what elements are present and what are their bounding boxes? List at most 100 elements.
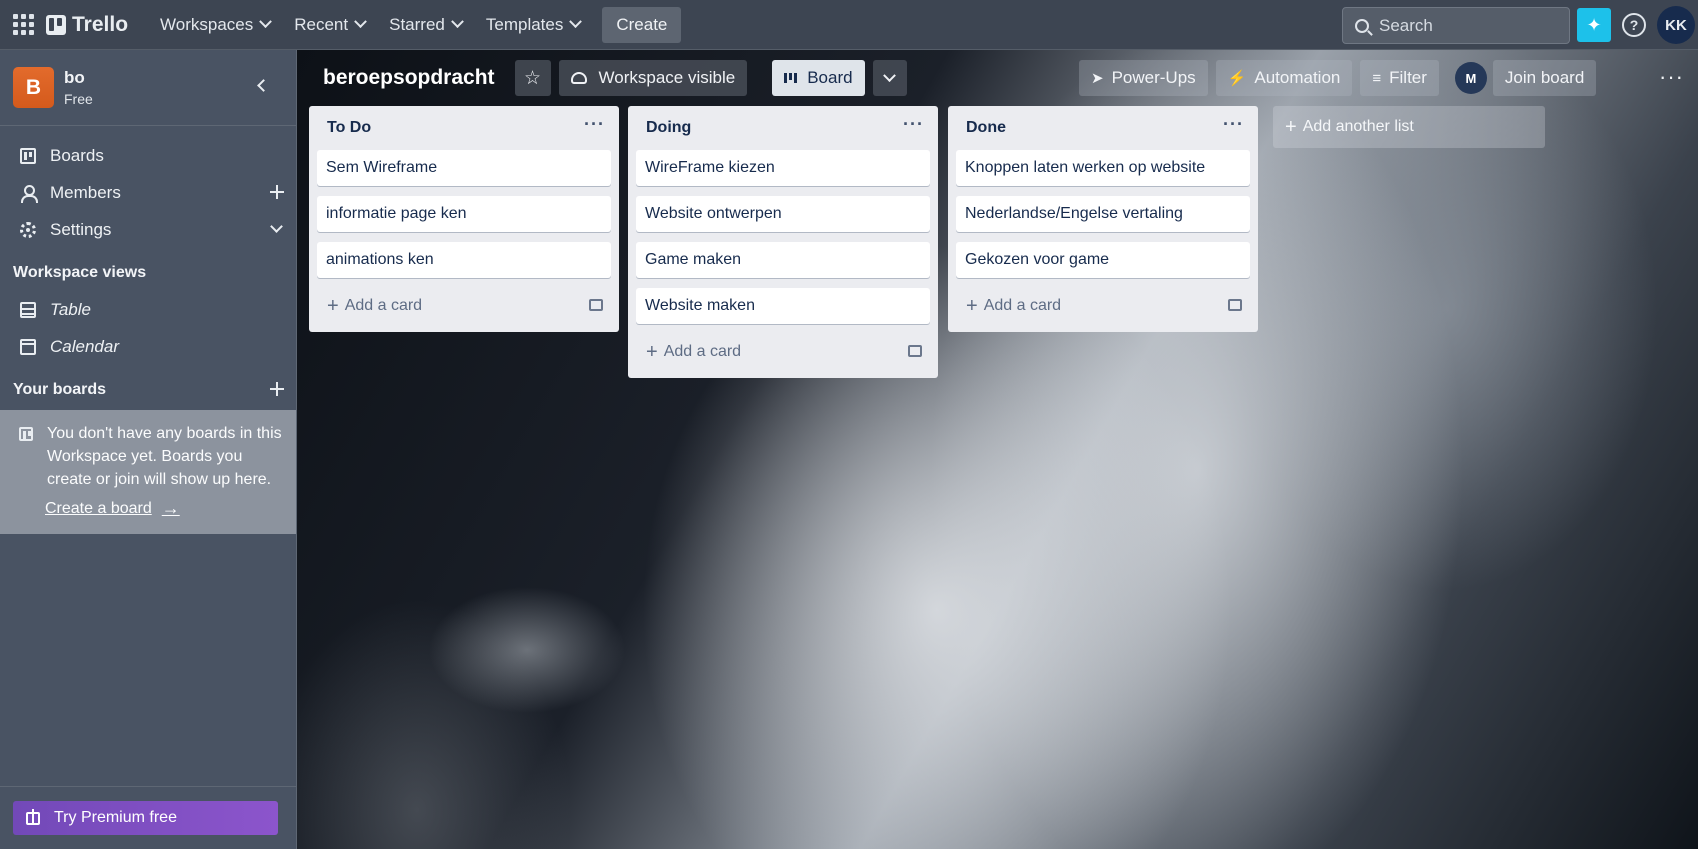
add-card-label: Add a card <box>663 343 742 360</box>
card[interactable]: WireFrame kiezen <box>636 150 930 186</box>
nav-starred[interactable]: Starred <box>377 7 474 43</box>
create-board-link[interactable]: Create a board → <box>45 497 180 520</box>
automation-label: Automation <box>1254 68 1341 87</box>
board-title[interactable]: beroepsopdracht <box>323 66 495 90</box>
board-view-button[interactable]: Board <box>772 60 865 96</box>
filter-button[interactable]: ≡ Filter <box>1360 60 1439 96</box>
workspace-visible-icon <box>570 72 587 84</box>
card[interactable]: Website maken <box>636 288 930 324</box>
search-placeholder: Search <box>1379 15 1433 35</box>
power-ups-label: Power-Ups <box>1111 68 1196 87</box>
notifications-icon[interactable]: ✦ <box>1577 8 1611 42</box>
help-icon[interactable]: ? <box>1622 13 1646 37</box>
sidebar-item-label: Table <box>50 299 91 319</box>
list-header[interactable]: Doing ··· <box>636 106 930 150</box>
add-card-button[interactable]: + Add a card <box>636 334 930 370</box>
card[interactable]: Knoppen laten werken op website <box>956 150 1250 186</box>
lightning-icon: ⚡ <box>1227 70 1247 87</box>
card[interactable]: Game maken <box>636 242 930 278</box>
list-menu-icon[interactable]: ··· <box>1223 114 1244 135</box>
your-boards-label: Your boards <box>13 380 107 398</box>
list-title: Done <box>966 119 1006 136</box>
chevron-down-icon <box>569 15 583 29</box>
star-icon: ☆ <box>524 67 542 89</box>
empty-boards-text: You don't have any boards in this Worksp… <box>47 425 282 488</box>
sidebar-item-label: Calendar <box>50 336 119 356</box>
more-menu-icon[interactable]: ··· <box>1659 64 1684 90</box>
nav-workspaces[interactable]: Workspaces <box>148 7 282 43</box>
add-board-icon[interactable] <box>270 382 284 396</box>
workspace-plan: Free <box>64 91 93 107</box>
add-card-label: Add a card <box>344 297 423 314</box>
sidebar-item-calendar[interactable]: Calendar <box>0 328 296 365</box>
person-icon <box>20 184 38 203</box>
star-board-button[interactable]: ☆ <box>514 60 551 96</box>
views-dropdown-button[interactable] <box>872 60 907 96</box>
add-member-icon[interactable] <box>270 185 284 199</box>
add-card-button[interactable]: + Add a card <box>956 288 1250 324</box>
create-button[interactable]: Create <box>602 6 682 43</box>
list-done: Done ··· Knoppen laten werken op website… <box>948 106 1258 332</box>
card-template-icon[interactable] <box>1228 299 1242 311</box>
gear-icon <box>20 221 36 238</box>
nav-templates[interactable]: Templates <box>474 7 592 43</box>
card[interactable]: Website ontwerpen <box>636 196 930 232</box>
your-boards-heading: Your boards <box>0 371 296 408</box>
list-title: To Do <box>327 119 372 136</box>
list-menu-icon[interactable]: ··· <box>903 114 924 135</box>
card[interactable]: Nederlandse/Engelse vertaling <box>956 196 1250 232</box>
visibility-button[interactable]: Workspace visible <box>558 60 748 96</box>
chevron-down-icon <box>259 15 273 29</box>
logo-text: Trello <box>72 12 129 36</box>
search-icon <box>1355 18 1369 33</box>
nav-label: Recent <box>294 14 349 34</box>
filter-label: Filter <box>1389 68 1427 87</box>
card[interactable]: Sem Wireframe <box>317 150 611 186</box>
avatar[interactable]: KK <box>1657 6 1695 44</box>
rocket-icon: ➤ <box>1091 70 1104 87</box>
divider <box>0 786 297 787</box>
sidebar: B bo Free Boards Members Settings Worksp… <box>0 50 297 849</box>
add-list-button[interactable]: + Add another list <box>1273 106 1545 148</box>
workspace-views-heading: Workspace views <box>13 263 147 281</box>
board-canvas: beroepsopdracht ☆ Workspace visible Boar… <box>297 50 1698 849</box>
add-card-button[interactable]: + Add a card <box>317 288 611 324</box>
sidebar-item-members[interactable]: Members <box>0 174 296 211</box>
sidebar-item-settings[interactable]: Settings <box>0 211 296 248</box>
card[interactable]: informatie page ken <box>317 196 611 232</box>
card-template-icon[interactable] <box>589 299 603 311</box>
card[interactable]: animations ken <box>317 242 611 278</box>
visibility-label: Workspace visible <box>598 68 736 87</box>
nav-label: Workspaces <box>160 14 254 34</box>
sidebar-item-boards[interactable]: Boards <box>0 137 296 174</box>
app-switcher-icon[interactable] <box>10 12 36 38</box>
chevron-down-icon <box>270 220 283 233</box>
table-icon <box>20 301 36 318</box>
try-premium-button[interactable]: Try Premium free <box>13 801 278 835</box>
card[interactable]: Gekozen voor game <box>956 242 1250 278</box>
arrow-right-icon: → <box>161 498 180 518</box>
plus-icon: + <box>966 294 978 317</box>
automation-button[interactable]: ⚡ Automation <box>1215 60 1353 96</box>
sidebar-item-label: Settings <box>50 219 112 239</box>
board-view-label: Board <box>807 68 853 87</box>
nav-recent[interactable]: Recent <box>282 7 377 43</box>
plus-icon: + <box>327 294 339 317</box>
sidebar-item-label: Boards <box>50 145 104 165</box>
sidebar-item-table[interactable]: Table <box>0 291 296 328</box>
collapse-sidebar-icon[interactable] <box>255 78 271 94</box>
board-icon <box>20 147 36 164</box>
power-ups-button[interactable]: ➤ Power-Ups <box>1079 60 1208 96</box>
list-header[interactable]: Done ··· <box>956 106 1250 150</box>
add-list-label: Add another list <box>1302 118 1414 135</box>
board-view-icon <box>784 73 798 83</box>
join-board-button[interactable]: Join board <box>1492 60 1597 96</box>
list-header[interactable]: To Do ··· <box>317 106 611 150</box>
search-input[interactable]: Search <box>1342 7 1570 44</box>
add-card-label: Add a card <box>983 297 1062 314</box>
member-avatar[interactable]: M <box>1454 62 1487 94</box>
list-menu-icon[interactable]: ··· <box>584 114 605 135</box>
card-template-icon[interactable] <box>908 345 922 357</box>
trello-logo[interactable]: Trello <box>46 13 128 37</box>
workspace-name: bo <box>64 68 85 87</box>
